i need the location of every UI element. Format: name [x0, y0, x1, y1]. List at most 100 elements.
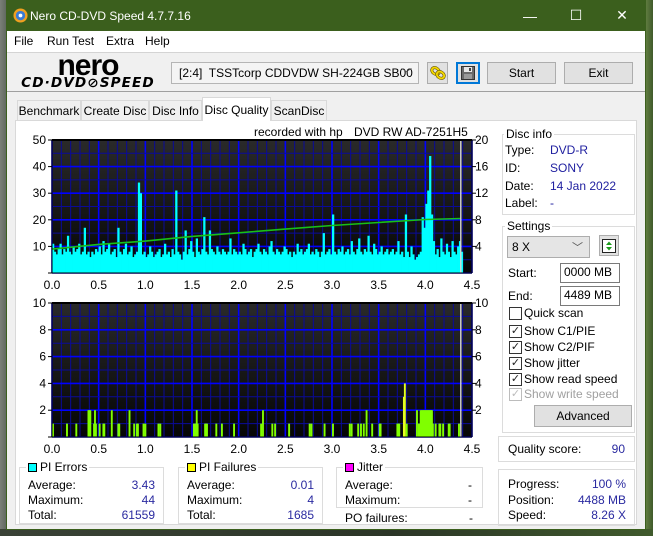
save-button[interactable]: [456, 62, 480, 84]
maximize-button[interactable]: ☐: [553, 0, 599, 31]
settings-group: Settings 8 X ﹀ Start: 0000 MB End: 4489 …: [502, 219, 635, 433]
speed-select[interactable]: 8 X ﹀: [507, 236, 590, 258]
pi-failure-bar: [308, 423, 311, 437]
disc-quality-charts: 0.0 0.5 1.0 1.5 2.0 2.5 3.0 3.5 4.0 4.5 10 20 30 40 50…: [33, 133, 489, 456]
chevron-down-icon: ﹀: [572, 242, 583, 254]
y-tick-label-right: 4: [475, 376, 482, 390]
pi-errors-chart: 0.0 0.5 1.0 1.5 2.0 2.5 3.0 3.5 4.0 4.5 10 20 30 40 50…: [33, 133, 489, 292]
disc-type-value: DVD-R: [550, 143, 588, 157]
jitter-color-swatch: [345, 462, 354, 472]
pi-failures-maximum-label: Maximum:: [187, 493, 243, 507]
pi-failure-bar: [310, 423, 313, 437]
disc-date-label: Date:: [505, 179, 534, 193]
menu-run-test[interactable]: Run Test: [47, 34, 94, 48]
y-tick-label-right: 16: [475, 160, 489, 174]
y-tick-label-left: 10: [33, 296, 47, 310]
jitter-group: Jitter Average: - Maximum: -: [336, 460, 483, 508]
jitter-maximum-label: Maximum:: [345, 493, 401, 507]
pi-failure-bar: [365, 410, 368, 437]
jitter-average-value: -: [468, 478, 472, 492]
menu-file[interactable]: File: [14, 34, 33, 48]
show-read-speed-checkbox[interactable]: ✓: [509, 373, 522, 386]
pi-errors-color-swatch: [28, 462, 37, 472]
tab-benchmark[interactable]: Benchmark: [17, 100, 81, 121]
pi-failure-bar: [357, 423, 360, 437]
drive-select[interactable]: [2:4] TSSTcorp CDDVDW SH-224GB SB00 ﹀: [171, 62, 419, 84]
nero-logo: nero CD·DVD⊘SPEED: [15, 49, 161, 91]
pi-failure-bar: [128, 410, 131, 437]
tab-create-disc[interactable]: Create Disc: [81, 100, 149, 121]
y-tick-label-left: 8: [39, 323, 46, 337]
minimize-icon: —: [523, 7, 537, 24]
show-c1-pie-label[interactable]: Show C1/PIE: [524, 324, 595, 338]
pi-failure-bar: [75, 423, 78, 437]
tab-disc-info[interactable]: Disc Info: [149, 100, 202, 121]
disc-label-label: Label:: [505, 196, 538, 210]
pi-failures-average-value: 0.01: [290, 478, 314, 492]
pi-errors-maximum-value: 44: [141, 493, 155, 507]
start-button[interactable]: Start: [487, 62, 556, 84]
pi-failure-bar: [103, 423, 106, 437]
pi-failure-bar: [360, 423, 362, 437]
x-tick-label: 4.5: [464, 442, 481, 456]
refresh-speed-button[interactable]: [599, 235, 619, 256]
x-tick-label: 1.0: [137, 442, 154, 456]
disc-label-value: -: [550, 196, 554, 210]
tab-scandisc[interactable]: ScanDisc: [271, 100, 327, 121]
show-write-speed-checkbox: ✓: [509, 388, 522, 401]
close-button[interactable]: ✕: [599, 0, 645, 31]
pi-errors-total-label: Total:: [28, 508, 57, 522]
pi-failure-bar: [206, 423, 208, 437]
x-tick-label: 1.5: [184, 442, 201, 456]
pi-failure-bar: [110, 410, 113, 437]
pi-failure-bar: [288, 423, 291, 437]
show-c2-pif-checkbox[interactable]: ✓: [509, 341, 522, 354]
pi-failure-bar: [442, 423, 445, 437]
y-tick-label-right: 2: [475, 403, 482, 417]
y-tick-label-right: 8: [475, 323, 482, 337]
y-tick-label-right: 10: [475, 296, 489, 310]
pi-failure-bar: [144, 423, 147, 437]
x-tick-label: 2.5: [277, 442, 294, 456]
y-tick-label-left: 30: [33, 186, 47, 200]
y-tick-label-left: 50: [33, 133, 47, 147]
exit-button[interactable]: Exit: [564, 62, 633, 84]
window-title: Nero CD-DVD Speed 4.7.7.16: [30, 9, 191, 23]
po-failures-label: PO failures:: [345, 511, 408, 525]
show-jitter-checkbox[interactable]: ✓: [509, 357, 522, 370]
title-bar: Nero CD-DVD Speed 4.7.7.16 — ☐ ✕: [7, 0, 645, 31]
chevron-down-icon: ﹀: [401, 68, 412, 80]
pi-failure-bar: [398, 423, 401, 437]
quick-scan-label[interactable]: Quick scan: [524, 306, 583, 320]
show-jitter-label[interactable]: Show jitter: [524, 356, 580, 370]
drive-info-button[interactable]: [427, 62, 448, 84]
show-write-speed-label: Show write speed: [524, 387, 619, 401]
speed-value: 8.26 X: [591, 508, 626, 522]
pi-failure-bar: [403, 383, 406, 437]
show-c2-pif-label[interactable]: Show C2/PIF: [524, 340, 595, 354]
x-tick-label: 2.0: [230, 442, 247, 456]
menu-extra[interactable]: Extra: [106, 34, 134, 48]
show-read-speed-label[interactable]: Show read speed: [524, 372, 617, 386]
tab-disc-quality[interactable]: Disc Quality: [202, 97, 271, 121]
pi-failure-bar: [233, 423, 235, 437]
advanced-button[interactable]: Advanced: [534, 405, 632, 427]
progress-value: 100 %: [591, 477, 626, 491]
x-tick-label: 4.5: [464, 278, 481, 292]
start-input[interactable]: 0000 MB: [560, 263, 620, 283]
pi-failure-bar: [215, 423, 218, 437]
minimize-button[interactable]: —: [507, 0, 553, 31]
pi-failure-bar: [133, 423, 136, 437]
show-c1-pie-checkbox[interactable]: ✓: [509, 325, 522, 338]
disc-info-legend: Disc info: [504, 127, 555, 141]
pi-errors-average-label: Average:: [28, 478, 76, 492]
refresh-icon: [602, 238, 616, 253]
quick-scan-checkbox[interactable]: [509, 307, 522, 320]
speed-label: Speed:: [508, 508, 547, 522]
x-tick-label: 3.0: [324, 278, 341, 292]
pi-failure-bar: [348, 423, 351, 437]
menu-help[interactable]: Help: [145, 34, 170, 48]
disc-info-group: Disc info Type: DVD-R ID: SONY Date: 14 …: [502, 127, 635, 215]
end-input[interactable]: 4489 MB: [560, 286, 620, 306]
quality-score-value: 90: [611, 442, 625, 456]
